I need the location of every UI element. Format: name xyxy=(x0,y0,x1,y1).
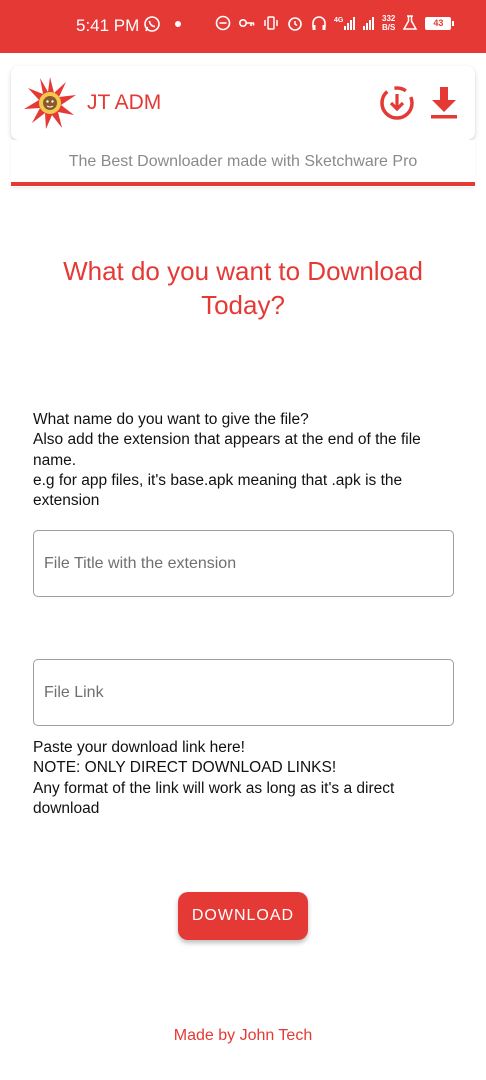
network-type-label: 4G xyxy=(334,17,344,24)
battery-icon: 43 xyxy=(425,16,455,30)
file-name-instructions: What name do you want to give the file? … xyxy=(33,410,453,511)
status-time: 5:41 PM xyxy=(76,16,140,35)
signal-icon xyxy=(363,17,374,30)
whatsapp-icon xyxy=(144,16,160,32)
alarm-icon xyxy=(288,17,302,31)
download-icon[interactable] xyxy=(425,84,463,122)
file-link-input[interactable] xyxy=(33,659,454,726)
app-bar: JT ADM xyxy=(11,66,475,140)
vibrate-icon xyxy=(264,16,278,30)
key-icon xyxy=(238,19,255,28)
minus-circle-icon xyxy=(215,15,231,31)
status-bar: 5:41 PM 4G 332 B/S 43 xyxy=(0,0,486,53)
network-speed: 332 B/S xyxy=(382,14,395,32)
headset-icon xyxy=(312,16,326,30)
divider xyxy=(11,182,475,186)
flask-icon xyxy=(403,15,418,30)
file-title-input[interactable] xyxy=(33,530,454,597)
note-line: Any format of the link will work as long… xyxy=(33,779,395,817)
tagline-bar: The Best Downloader made with Sketchware… xyxy=(11,140,475,187)
network-speed-value: 332 xyxy=(382,14,396,23)
tagline: The Best Downloader made with Sketchware… xyxy=(68,153,418,170)
page-title: What do you want to Download Today? xyxy=(63,256,423,320)
network-speed-unit: B/S xyxy=(382,23,396,32)
instruction-line: Also add the extension that appears at t… xyxy=(33,431,421,469)
instruction-line: What name do you want to give the file? xyxy=(33,411,309,428)
app-logo xyxy=(24,77,76,129)
link-instructions: Paste your download link here! NOTE: ONL… xyxy=(33,738,453,819)
download-button[interactable]: DOWNLOAD xyxy=(178,892,308,940)
instruction-line: e.g for app files, it's base.apk meaning… xyxy=(33,471,403,510)
signal-icon: 4G xyxy=(334,17,355,30)
footer-credit: Made by John Tech xyxy=(173,1027,313,1044)
app-title: JT ADM xyxy=(87,91,162,114)
note-line: NOTE: ONLY DIRECT DOWNLOAD LINKS! xyxy=(33,759,337,777)
note-line: Paste your download link here! xyxy=(33,739,245,756)
download-circle-icon[interactable] xyxy=(378,84,416,122)
dot-icon xyxy=(175,21,181,27)
